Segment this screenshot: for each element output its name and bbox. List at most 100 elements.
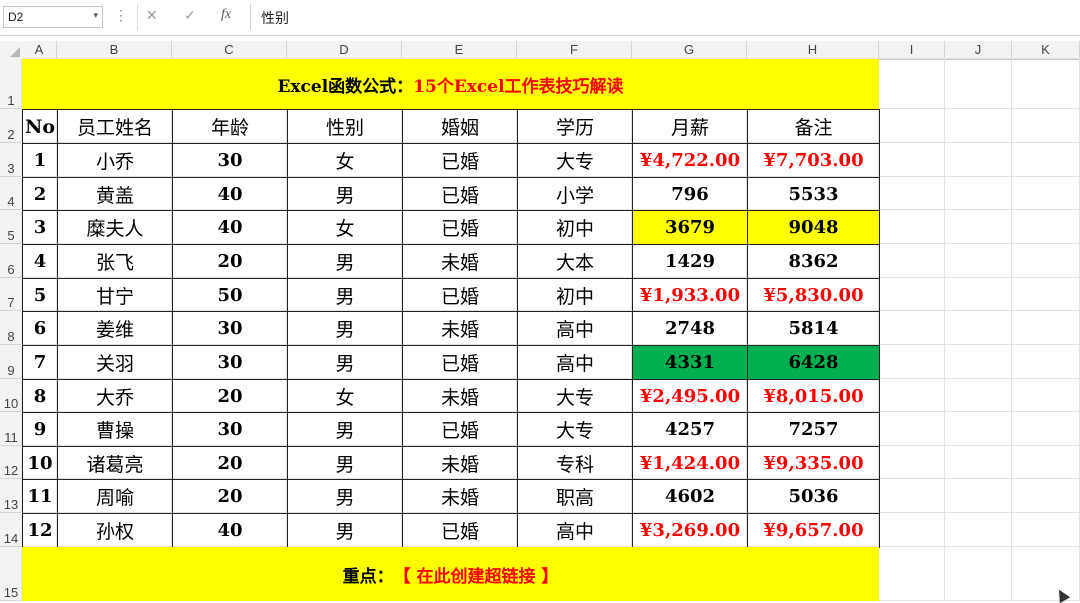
table-cell[interactable]: 796 bbox=[632, 177, 748, 211]
table-cell[interactable]: ¥1,933.00 bbox=[632, 278, 748, 312]
row-header-5[interactable]: 5 bbox=[0, 210, 22, 244]
table-header-cell[interactable]: 学历 bbox=[517, 109, 633, 144]
table-cell[interactable]: 女 bbox=[287, 379, 403, 413]
row-header-11[interactable]: 11 bbox=[0, 412, 22, 446]
table-cell[interactable]: 30 bbox=[172, 345, 288, 380]
table-cell[interactable]: 诸葛亮 bbox=[57, 446, 173, 480]
table-cell[interactable]: 孙权 bbox=[57, 513, 173, 548]
table-cell[interactable]: 2 bbox=[22, 177, 58, 211]
select-all-corner[interactable] bbox=[0, 41, 22, 59]
table-cell[interactable]: 甘宁 bbox=[57, 278, 173, 312]
table-cell[interactable]: 已婚 bbox=[402, 143, 518, 178]
table-cell[interactable]: 大乔 bbox=[57, 379, 173, 413]
table-cell[interactable]: 大专 bbox=[517, 143, 633, 178]
column-header-f[interactable]: F bbox=[517, 41, 632, 59]
table-cell[interactable]: 5814 bbox=[747, 311, 880, 346]
row-header-3[interactable]: 3 bbox=[0, 143, 22, 177]
table-cell[interactable]: 已婚 bbox=[402, 278, 518, 312]
table-header-cell[interactable]: 婚姻 bbox=[402, 109, 518, 144]
table-cell[interactable]: 8 bbox=[22, 379, 58, 413]
table-cell[interactable]: 20 bbox=[172, 244, 288, 279]
table-cell[interactable]: 40 bbox=[172, 210, 288, 245]
table-cell[interactable]: 未婚 bbox=[402, 311, 518, 346]
table-cell[interactable]: ¥7,703.00 bbox=[747, 143, 880, 178]
table-header-cell[interactable]: 员工姓名 bbox=[57, 109, 173, 144]
table-cell[interactable]: 男 bbox=[287, 513, 403, 548]
table-cell[interactable]: 已婚 bbox=[402, 513, 518, 548]
table-cell[interactable]: 小乔 bbox=[57, 143, 173, 178]
table-cell[interactable]: 5533 bbox=[747, 177, 880, 211]
table-cell[interactable]: 专科 bbox=[517, 446, 633, 480]
insert-function-icon[interactable]: fx bbox=[221, 7, 231, 23]
table-cell[interactable]: 大专 bbox=[517, 379, 633, 413]
column-header-g[interactable]: G bbox=[632, 41, 747, 59]
table-cell[interactable]: 7257 bbox=[747, 412, 880, 447]
table-cell[interactable]: 糜夫人 bbox=[57, 210, 173, 245]
table-cell[interactable]: 4257 bbox=[632, 412, 748, 447]
table-cell[interactable]: 8362 bbox=[747, 244, 880, 279]
table-cell[interactable]: 已婚 bbox=[402, 210, 518, 245]
table-cell[interactable]: 3679 bbox=[632, 210, 748, 245]
column-header-d[interactable]: D bbox=[287, 41, 402, 59]
cancel-icon[interactable]: ✕ bbox=[146, 7, 158, 24]
table-cell[interactable]: 20 bbox=[172, 479, 288, 514]
table-cell[interactable]: 30 bbox=[172, 311, 288, 346]
table-cell[interactable]: 张飞 bbox=[57, 244, 173, 279]
table-cell[interactable]: 20 bbox=[172, 446, 288, 480]
table-cell[interactable]: 5036 bbox=[747, 479, 880, 514]
table-cell[interactable]: 未婚 bbox=[402, 479, 518, 514]
row-header-1[interactable]: 1 bbox=[0, 59, 22, 109]
table-cell[interactable]: 大专 bbox=[517, 412, 633, 447]
table-cell[interactable]: 男 bbox=[287, 345, 403, 380]
table-header-cell[interactable]: No bbox=[22, 109, 58, 144]
column-header-c[interactable]: C bbox=[172, 41, 287, 59]
table-cell[interactable]: 4602 bbox=[632, 479, 748, 514]
table-cell[interactable]: ¥9,335.00 bbox=[747, 446, 880, 480]
footer-banner[interactable]: 重点：【 在此创建超链接 】 bbox=[22, 547, 879, 601]
table-cell[interactable]: 小学 bbox=[517, 177, 633, 211]
table-cell[interactable]: 50 bbox=[172, 278, 288, 312]
column-header-k[interactable]: K bbox=[1012, 41, 1080, 59]
row-header-4[interactable]: 4 bbox=[0, 177, 22, 210]
column-header-i[interactable]: I bbox=[879, 41, 945, 59]
table-cell[interactable]: ¥9,657.00 bbox=[747, 513, 880, 548]
table-cell[interactable]: 20 bbox=[172, 379, 288, 413]
row-header-9[interactable]: 9 bbox=[0, 345, 22, 379]
table-cell[interactable]: 职高 bbox=[517, 479, 633, 514]
table-cell[interactable]: ¥1,424.00 bbox=[632, 446, 748, 480]
table-cell[interactable]: 6 bbox=[22, 311, 58, 346]
table-cell[interactable]: ¥3,269.00 bbox=[632, 513, 748, 548]
table-header-cell[interactable]: 性别 bbox=[287, 109, 403, 144]
table-cell[interactable]: 男 bbox=[287, 177, 403, 211]
table-cell[interactable]: 9 bbox=[22, 412, 58, 447]
table-cell[interactable]: 9048 bbox=[747, 210, 880, 245]
table-cell[interactable]: 40 bbox=[172, 177, 288, 211]
table-cell[interactable]: 男 bbox=[287, 244, 403, 279]
table-cell[interactable]: 已婚 bbox=[402, 412, 518, 447]
formula-input[interactable]: 性别 bbox=[250, 4, 1080, 30]
row-header-15[interactable]: 15 bbox=[0, 547, 22, 601]
table-cell[interactable]: 6428 bbox=[747, 345, 880, 380]
table-cell[interactable]: 已婚 bbox=[402, 345, 518, 380]
column-header-a[interactable]: A bbox=[22, 41, 57, 59]
table-cell[interactable]: 30 bbox=[172, 412, 288, 447]
table-cell[interactable]: 7 bbox=[22, 345, 58, 380]
table-cell[interactable]: ¥2,495.00 bbox=[632, 379, 748, 413]
chevron-down-icon[interactable]: ▾ bbox=[93, 10, 98, 21]
table-cell[interactable]: 高中 bbox=[517, 345, 633, 380]
table-cell[interactable]: 30 bbox=[172, 143, 288, 178]
table-cell[interactable]: 未婚 bbox=[402, 446, 518, 480]
table-header-cell[interactable]: 月薪 bbox=[632, 109, 748, 144]
column-header-h[interactable]: H bbox=[747, 41, 879, 59]
table-cell[interactable]: 女 bbox=[287, 143, 403, 178]
row-header-7[interactable]: 7 bbox=[0, 278, 22, 311]
table-cell[interactable]: 男 bbox=[287, 278, 403, 312]
table-cell[interactable]: 姜维 bbox=[57, 311, 173, 346]
table-cell[interactable]: 12 bbox=[22, 513, 58, 548]
table-cell[interactable]: 黄盖 bbox=[57, 177, 173, 211]
table-cell[interactable]: 1 bbox=[22, 143, 58, 178]
table-cell[interactable]: 男 bbox=[287, 311, 403, 346]
row-header-8[interactable]: 8 bbox=[0, 311, 22, 345]
enter-icon[interactable]: ✓ bbox=[184, 7, 196, 24]
table-cell[interactable]: 4331 bbox=[632, 345, 748, 380]
